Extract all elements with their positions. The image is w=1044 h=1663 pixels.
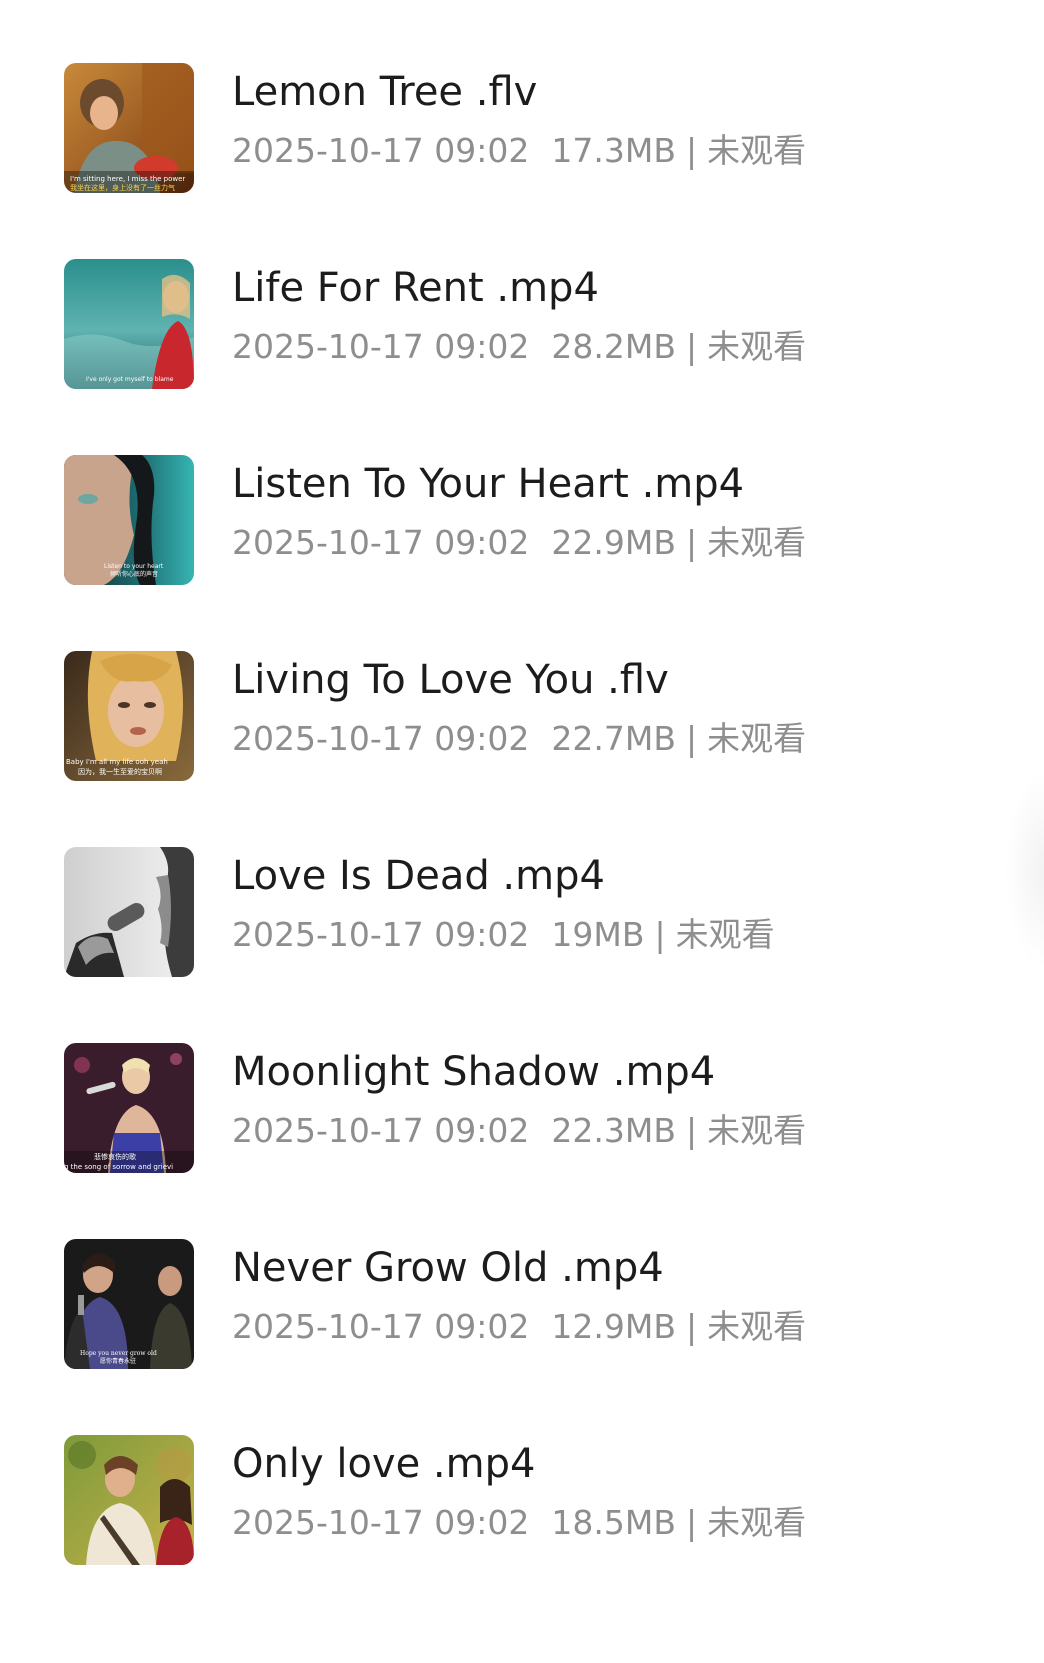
video-thumbnail[interactable]: Hope you never grow old 愿你青春永驻 xyxy=(64,1239,194,1369)
video-date: 2025-10-17 09:02 xyxy=(232,915,530,954)
video-thumbnail[interactable]: I'm sitting here, I miss the power 我坐在这里… xyxy=(64,63,194,193)
video-size: 22.9MB xyxy=(551,523,676,562)
video-date: 2025-10-17 09:02 xyxy=(232,719,530,758)
video-date: 2025-10-17 09:02 xyxy=(232,1503,530,1542)
video-item[interactable]: Hope you never grow old 愿你青春永驻 Never Gro… xyxy=(0,1176,1044,1372)
video-meta: 2025-10-17 09:02 19MB | 未观看 xyxy=(232,915,775,955)
video-thumbnail[interactable]: Listen to your heart 倾听你心底的声音 xyxy=(64,455,194,585)
svg-text:g the song of sorrow and griev: g the song of sorrow and grievi xyxy=(64,1163,173,1171)
watch-status: 未观看 xyxy=(675,915,775,954)
meta-separator: | xyxy=(685,131,698,170)
svg-text:I'm sitting here, I miss the p: I'm sitting here, I miss the power xyxy=(70,175,185,183)
video-item[interactable]: Only love .mp4 2025-10-17 09:02 18.5MB | 未观… xyxy=(0,1372,1044,1568)
video-item[interactable]: I'm sitting here, I miss the power 我坐在这里… xyxy=(0,0,1044,196)
watch-status: 未观看 xyxy=(707,1503,807,1542)
video-meta: 2025-10-17 09:02 17.3MB | 未观看 xyxy=(232,131,806,171)
video-title: Only love .mp4 xyxy=(232,1441,536,1487)
watch-status: 未观看 xyxy=(707,1111,807,1150)
meta-separator: | xyxy=(685,1307,698,1346)
video-title: Moonlight Shadow .mp4 xyxy=(232,1049,716,1095)
svg-text:悲惨哀伤的歌: 悲惨哀伤的歌 xyxy=(94,1152,136,1161)
video-size: 22.3MB xyxy=(551,1111,676,1150)
watch-status: 未观看 xyxy=(707,327,807,366)
video-list: I'm sitting here, I miss the power 我坐在这里… xyxy=(0,0,1044,1663)
meta-separator: | xyxy=(685,523,698,562)
svg-text:我坐在这里，身上没有了一丝力气: 我坐在这里，身上没有了一丝力气 xyxy=(70,183,175,192)
meta-separator: | xyxy=(685,327,698,366)
video-title: Lemon Tree .flv xyxy=(232,69,538,115)
video-meta: 2025-10-17 09:02 22.9MB | 未观看 xyxy=(232,523,806,563)
svg-text:因为，我一生至爱的宝贝啊: 因为，我一生至爱的宝贝啊 xyxy=(78,767,162,776)
svg-text:I've only got myself to blame: I've only got myself to blame xyxy=(86,376,174,383)
watch-status: 未观看 xyxy=(707,523,807,562)
video-title: Life For Rent .mp4 xyxy=(232,265,599,311)
video-size: 22.7MB xyxy=(551,719,676,758)
video-meta: 2025-10-17 09:02 22.3MB | 未观看 xyxy=(232,1111,806,1151)
svg-text:倾听你心底的声音: 倾听你心底的声音 xyxy=(110,570,158,578)
meta-separator: | xyxy=(685,1503,698,1542)
video-size: 19MB xyxy=(551,915,645,954)
video-size: 17.3MB xyxy=(551,131,676,170)
video-item[interactable]: 悲惨哀伤的歌 g the song of sorrow and grievi M… xyxy=(0,980,1044,1176)
watch-status: 未观看 xyxy=(707,131,807,170)
video-size: 18.5MB xyxy=(551,1503,676,1542)
video-date: 2025-10-17 09:02 xyxy=(232,1307,530,1346)
svg-text:Hope you never grow old: Hope you never grow old xyxy=(80,1350,157,1357)
video-date: 2025-10-17 09:02 xyxy=(232,327,530,366)
meta-separator: | xyxy=(685,719,698,758)
video-item[interactable]: I've only got myself to blame Life For R… xyxy=(0,196,1044,392)
video-thumbnail[interactable]: Baby I'm all my life ooh yeah 因为，我一生至爱的宝… xyxy=(64,651,194,781)
video-meta: 2025-10-17 09:02 12.9MB | 未观看 xyxy=(232,1307,806,1347)
video-size: 28.2MB xyxy=(551,327,676,366)
video-title: Love Is Dead .mp4 xyxy=(232,853,605,899)
video-date: 2025-10-17 09:02 xyxy=(232,1111,530,1150)
watch-status: 未观看 xyxy=(707,1307,807,1346)
video-thumbnail[interactable]: I've only got myself to blame xyxy=(64,259,194,389)
svg-text:Baby I'm all my life ooh yeah: Baby I'm all my life ooh yeah xyxy=(66,758,168,766)
svg-text:Listen to your heart: Listen to your heart xyxy=(104,563,164,570)
video-item[interactable]: Baby I'm all my life ooh yeah 因为，我一生至爱的宝… xyxy=(0,588,1044,784)
video-meta: 2025-10-17 09:02 18.5MB | 未观看 xyxy=(232,1503,806,1543)
watch-status: 未观看 xyxy=(707,719,807,758)
svg-text:愿你青春永驻: 愿你青春永驻 xyxy=(100,1357,136,1365)
video-title: Living To Love You .flv xyxy=(232,657,669,703)
video-thumbnail[interactable]: 悲惨哀伤的歌 g the song of sorrow and grievi xyxy=(64,1043,194,1173)
video-thumbnail[interactable] xyxy=(64,847,194,977)
video-size: 12.9MB xyxy=(551,1307,676,1346)
video-meta: 2025-10-17 09:02 28.2MB | 未观看 xyxy=(232,327,806,367)
video-item[interactable]: Listen to your heart 倾听你心底的声音 Listen To … xyxy=(0,392,1044,588)
video-thumbnail[interactable] xyxy=(64,1435,194,1565)
video-title: Listen To Your Heart .mp4 xyxy=(232,461,745,507)
video-meta: 2025-10-17 09:02 22.7MB | 未观看 xyxy=(232,719,806,759)
video-date: 2025-10-17 09:02 xyxy=(232,131,530,170)
video-date: 2025-10-17 09:02 xyxy=(232,523,530,562)
video-title: Never Grow Old .mp4 xyxy=(232,1245,664,1291)
meta-separator: | xyxy=(654,915,666,954)
edge-shadow xyxy=(1004,770,1044,970)
video-item[interactable]: Love Is Dead .mp4 2025-10-17 09:02 19MB | 未… xyxy=(0,784,1044,980)
meta-separator: | xyxy=(685,1111,698,1150)
